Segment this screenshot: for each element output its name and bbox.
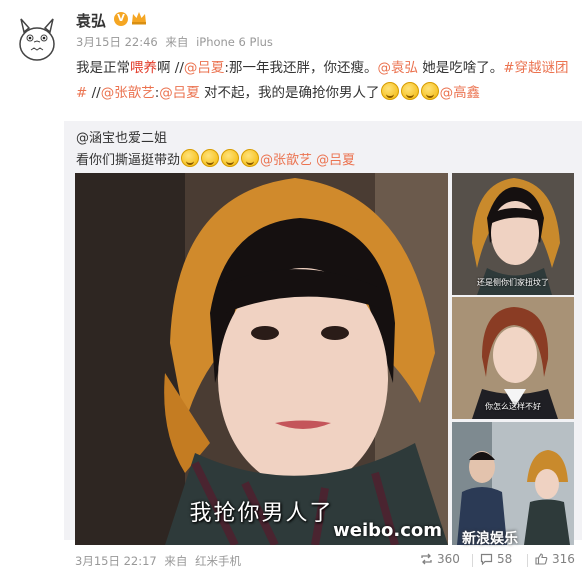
side-photo-1[interactable]: 还是侧你们家扭坟了 [452, 173, 574, 295]
mention-link[interactable]: @吕夏 [159, 85, 200, 101]
avatar[interactable] [12, 14, 62, 64]
text-segment: 我是正常 [76, 60, 130, 76]
text-segment: :那一年我还胖，你还瘦。 [224, 60, 378, 76]
comment-count: 58 [497, 552, 513, 566]
thumbs-up-icon [535, 553, 548, 565]
text-segment: // [87, 85, 101, 101]
text-segment: 对不起，我的是确抢你男人了 [199, 85, 380, 101]
sina-watermark: 新浪娱乐 [462, 531, 518, 547]
post-meta: 3月15日 22:46 来自 iPhone 6 Plus [76, 34, 277, 50]
repost-source[interactable]: 红米手机 [195, 554, 241, 568]
repost-count: 360 [437, 552, 460, 566]
text-segment: 她是吃啥了。 [417, 60, 504, 76]
divider [472, 554, 473, 567]
repost-icon [421, 553, 432, 565]
mention-link[interactable]: @吕夏 [316, 153, 355, 168]
text-highlight: 喂养 [130, 60, 157, 76]
mention-link[interactable]: @吕夏 [184, 60, 225, 76]
laugh-emoji-icon [380, 82, 399, 100]
post-date[interactable]: 3月15日 22:46 [76, 35, 158, 49]
repost-text-body: 看你们撕逼挺带劲 [76, 153, 181, 168]
post-source[interactable]: iPhone 6 Plus [196, 35, 273, 49]
like-button[interactable]: 316 [535, 552, 575, 566]
mention-link[interactable]: @袁弘 [377, 60, 418, 76]
mention-link[interactable]: @张歆艺 [101, 85, 155, 101]
laugh-emoji-icon [400, 82, 419, 100]
laugh-emoji-icon [181, 149, 200, 167]
divider [527, 554, 528, 567]
text-segment: 啊 // [157, 60, 184, 76]
side-photo-3[interactable] [452, 422, 574, 545]
repost-date[interactable]: 3月15日 22:17 [75, 554, 157, 568]
weibo-post: 袁弘 V 3月15日 22:46 来自 iPhone 6 Plus 我是正常喂养… [0, 0, 582, 572]
side-scene-3 [452, 422, 574, 545]
source-prefix: 来自 [165, 35, 189, 49]
repost-button[interactable]: 360 [420, 552, 460, 566]
post-text: 我是正常喂养啊 //@吕夏:那一年我还胖，你还瘦。@袁弘 她是吃啥了。#穿越谜团… [76, 56, 574, 106]
laugh-emoji-icon [221, 149, 240, 167]
main-photo[interactable]: 我抢你男人了 weibo.com [75, 173, 448, 545]
side-photo-2[interactable]: 你怎么这样不好 [452, 297, 574, 419]
verified-badge-icon: V [114, 12, 128, 26]
laugh-emoji-icon [241, 149, 260, 167]
like-count: 316 [552, 552, 575, 566]
source-prefix: 来自 [164, 554, 188, 568]
actress-portrait [75, 173, 448, 545]
repost-author[interactable]: @涵宝也爱二姐 [76, 127, 167, 146]
mention-link[interactable]: @高鑫 [440, 85, 481, 101]
crown-icon [132, 12, 146, 25]
repost-meta: 3月15日 22:17 来自 红米手机 [75, 553, 245, 569]
laugh-emoji-icon [201, 149, 220, 167]
weibo-watermark: weibo.com [333, 520, 442, 541]
subtitle-caption: 还是侧你们家扭坟了 [477, 278, 549, 287]
repost-text: 看你们撕逼挺带劲 @张歆艺 @吕夏 [76, 149, 355, 171]
subtitle-caption: 你怎么这样不好 [485, 402, 541, 411]
comment-button[interactable]: 58 [480, 552, 512, 566]
comment-icon [480, 553, 493, 565]
author-name[interactable]: 袁弘 [76, 10, 106, 31]
mention-link[interactable]: @张歆艺 [260, 153, 312, 168]
laugh-emoji-icon [420, 82, 439, 100]
